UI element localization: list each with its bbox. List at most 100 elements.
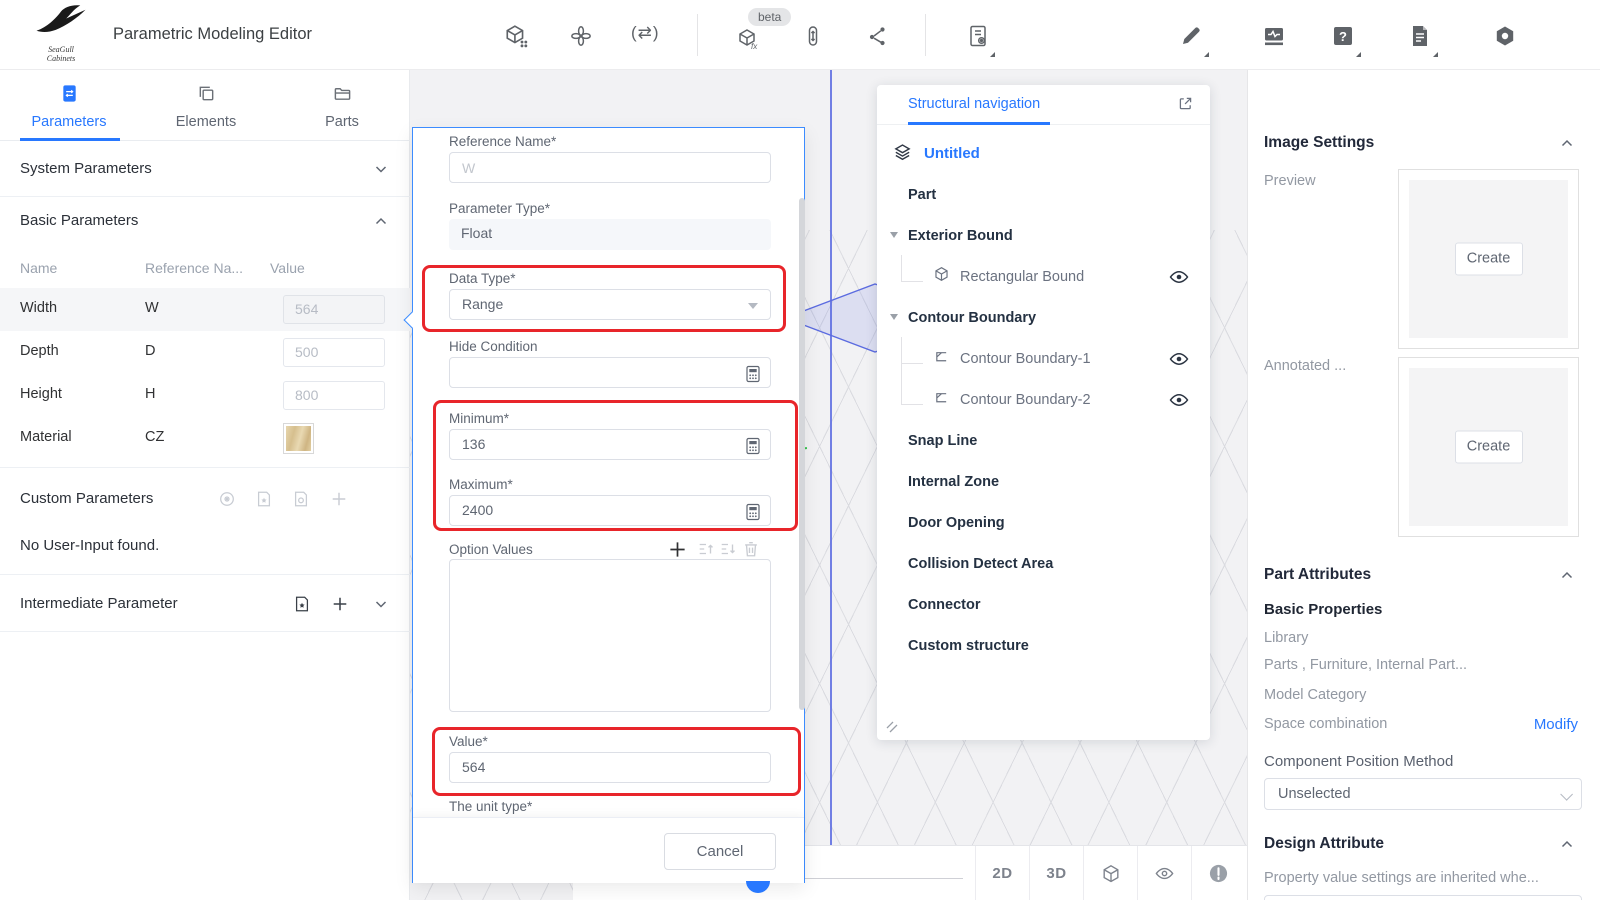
target-view-icon[interactable] <box>218 490 236 508</box>
chevron-down-icon[interactable] <box>374 597 388 611</box>
tree-label: Rectangular Bound <box>960 269 1084 285</box>
tree-label: Internal Zone <box>908 474 999 490</box>
dropdown-caret-icon[interactable] <box>1356 52 1361 57</box>
knot-tool-icon[interactable] <box>569 24 593 48</box>
tree-item-untitled[interactable]: Untitled <box>877 133 1210 174</box>
chevron-up-icon[interactable] <box>1560 837 1574 851</box>
panel-resize-handle-icon[interactable] <box>885 720 899 734</box>
add-intermediate-icon[interactable] <box>331 595 349 613</box>
tree-item-contour-boundary[interactable]: Contour Boundary <box>877 297 1210 338</box>
section-divider <box>0 631 410 632</box>
tab-parts[interactable]: Parts <box>292 84 392 130</box>
tree-item-snap-line[interactable]: Snap Line <box>877 420 1210 461</box>
basic-parameters-header[interactable]: Basic Parameters <box>20 212 138 229</box>
chevron-up-icon[interactable] <box>1560 136 1574 150</box>
dimension-link-icon[interactable] <box>801 24 825 48</box>
structural-navigation-title[interactable]: Structural navigation <box>908 96 1040 112</box>
chevron-down-icon[interactable] <box>374 162 388 176</box>
hide-condition-field[interactable] <box>449 357 771 388</box>
structural-navigation-header: Structural navigation <box>877 85 1210 125</box>
warnings-button[interactable] <box>1191 846 1245 900</box>
material-swatch[interactable] <box>283 423 314 454</box>
formula-calculator-icon[interactable] <box>744 502 762 520</box>
data-type-select[interactable]: Range <box>449 289 771 320</box>
visibility-eye-icon[interactable] <box>1168 348 1190 370</box>
value-field[interactable]: 564 <box>449 752 771 783</box>
share-branch-icon[interactable] <box>866 24 890 48</box>
help-icon[interactable]: ? <box>1331 24 1355 48</box>
design-attribute-input[interactable] <box>1264 895 1582 900</box>
dropdown-caret-icon[interactable] <box>1433 52 1438 57</box>
section-divider <box>0 467 410 468</box>
add-option-icon[interactable] <box>668 540 687 560</box>
modify-link[interactable]: Modify <box>1534 716 1578 733</box>
column-header-value: Value <box>270 260 305 276</box>
add-parameter-icon[interactable] <box>330 490 348 508</box>
dropdown-caret-icon[interactable] <box>990 52 995 57</box>
edit-pencil-icon[interactable] <box>1179 24 1203 48</box>
chevron-up-icon[interactable] <box>374 214 388 228</box>
minimum-label: Minimum* <box>449 411 509 426</box>
tree-item-door-opening[interactable]: Door Opening <box>877 502 1210 543</box>
expand-panel-icon[interactable] <box>1177 95 1194 112</box>
document-list-icon[interactable] <box>1408 24 1432 48</box>
system-parameters-header[interactable]: System Parameters <box>20 160 152 177</box>
doc-circle-icon[interactable] <box>292 490 310 508</box>
settings-nut-icon[interactable] <box>1493 24 1517 48</box>
option-values-textarea[interactable] <box>449 559 771 712</box>
tree-item-connector[interactable]: Connector <box>877 584 1210 625</box>
cancel-button[interactable]: Cancel <box>664 833 776 870</box>
table-row-width[interactable]: Width W 564 <box>0 288 410 331</box>
create-annotated-button[interactable]: Create <box>1455 431 1523 464</box>
dialog-scrollbar[interactable] <box>799 198 805 710</box>
depth-value-input[interactable]: 500 <box>283 338 385 367</box>
doc-star-icon[interactable] <box>293 595 311 613</box>
toolbar-divider <box>697 14 698 56</box>
param-name: Width <box>20 300 57 316</box>
reference-name-input[interactable] <box>462 153 770 182</box>
cube-fx-icon[interactable]: fx <box>737 27 761 51</box>
visibility-eye-icon[interactable] <box>1168 266 1190 288</box>
visibility-eye-icon[interactable] <box>1168 389 1190 411</box>
minimum-field[interactable]: 136 <box>449 429 771 460</box>
formula-calculator-icon[interactable] <box>744 364 762 382</box>
reference-name-field[interactable] <box>449 152 771 183</box>
width-value-input[interactable]: 564 <box>283 295 385 324</box>
tree-item-contour-boundary-1[interactable]: Contour Boundary-1 <box>877 338 1210 379</box>
height-value-input[interactable]: 800 <box>283 381 385 410</box>
table-row-material[interactable]: Material CZ <box>0 417 410 462</box>
view-3d-button[interactable]: 3D <box>1029 846 1083 900</box>
formula-calculator-icon[interactable] <box>744 436 762 454</box>
move-option-down-icon[interactable] <box>719 540 737 560</box>
table-row-depth[interactable]: Depth D 500 <box>0 331 410 374</box>
delete-option-icon[interactable] <box>742 540 760 560</box>
tree-item-collision-detect-area[interactable]: Collision Detect Area <box>877 543 1210 584</box>
tree-connector-line <box>901 255 902 281</box>
monitor-activity-icon[interactable] <box>1262 24 1286 48</box>
maximum-field[interactable]: 2400 <box>449 495 771 526</box>
param-reference: W <box>145 300 159 316</box>
chevron-up-icon[interactable] <box>1560 568 1574 582</box>
tree-expand-caret-icon[interactable] <box>890 314 898 320</box>
tree-item-part[interactable]: Part <box>877 174 1210 215</box>
tree-item-exterior-bound[interactable]: Exterior Bound <box>877 215 1210 256</box>
move-option-up-icon[interactable] <box>697 540 715 560</box>
tree-item-rectangular-bound[interactable]: Rectangular Bound <box>877 256 1210 297</box>
document-settings-icon[interactable] <box>966 24 990 48</box>
tab-elements[interactable]: Elements <box>156 84 256 130</box>
swap-tool-icon[interactable]: (⇄) <box>631 23 660 43</box>
tree-item-custom-structure[interactable]: Custom structure <box>877 625 1210 666</box>
component-position-select[interactable]: Unselected <box>1264 778 1582 810</box>
component-library-icon[interactable] <box>504 24 528 48</box>
tree-item-contour-boundary-2[interactable]: Contour Boundary-2 <box>877 379 1210 420</box>
doc-star-icon[interactable] <box>255 490 273 508</box>
table-row-height[interactable]: Height H 800 <box>0 374 410 417</box>
tree-expand-caret-icon[interactable] <box>890 232 898 238</box>
cube-view-button[interactable] <box>1083 846 1137 900</box>
visibility-button[interactable] <box>1137 846 1191 900</box>
create-preview-button[interactable]: Create <box>1455 243 1523 276</box>
tree-item-internal-zone[interactable]: Internal Zone <box>877 461 1210 502</box>
view-2d-button[interactable]: 2D <box>975 846 1029 900</box>
tab-parameters[interactable]: Parameters <box>19 84 119 130</box>
dropdown-caret-icon[interactable] <box>1204 52 1209 57</box>
